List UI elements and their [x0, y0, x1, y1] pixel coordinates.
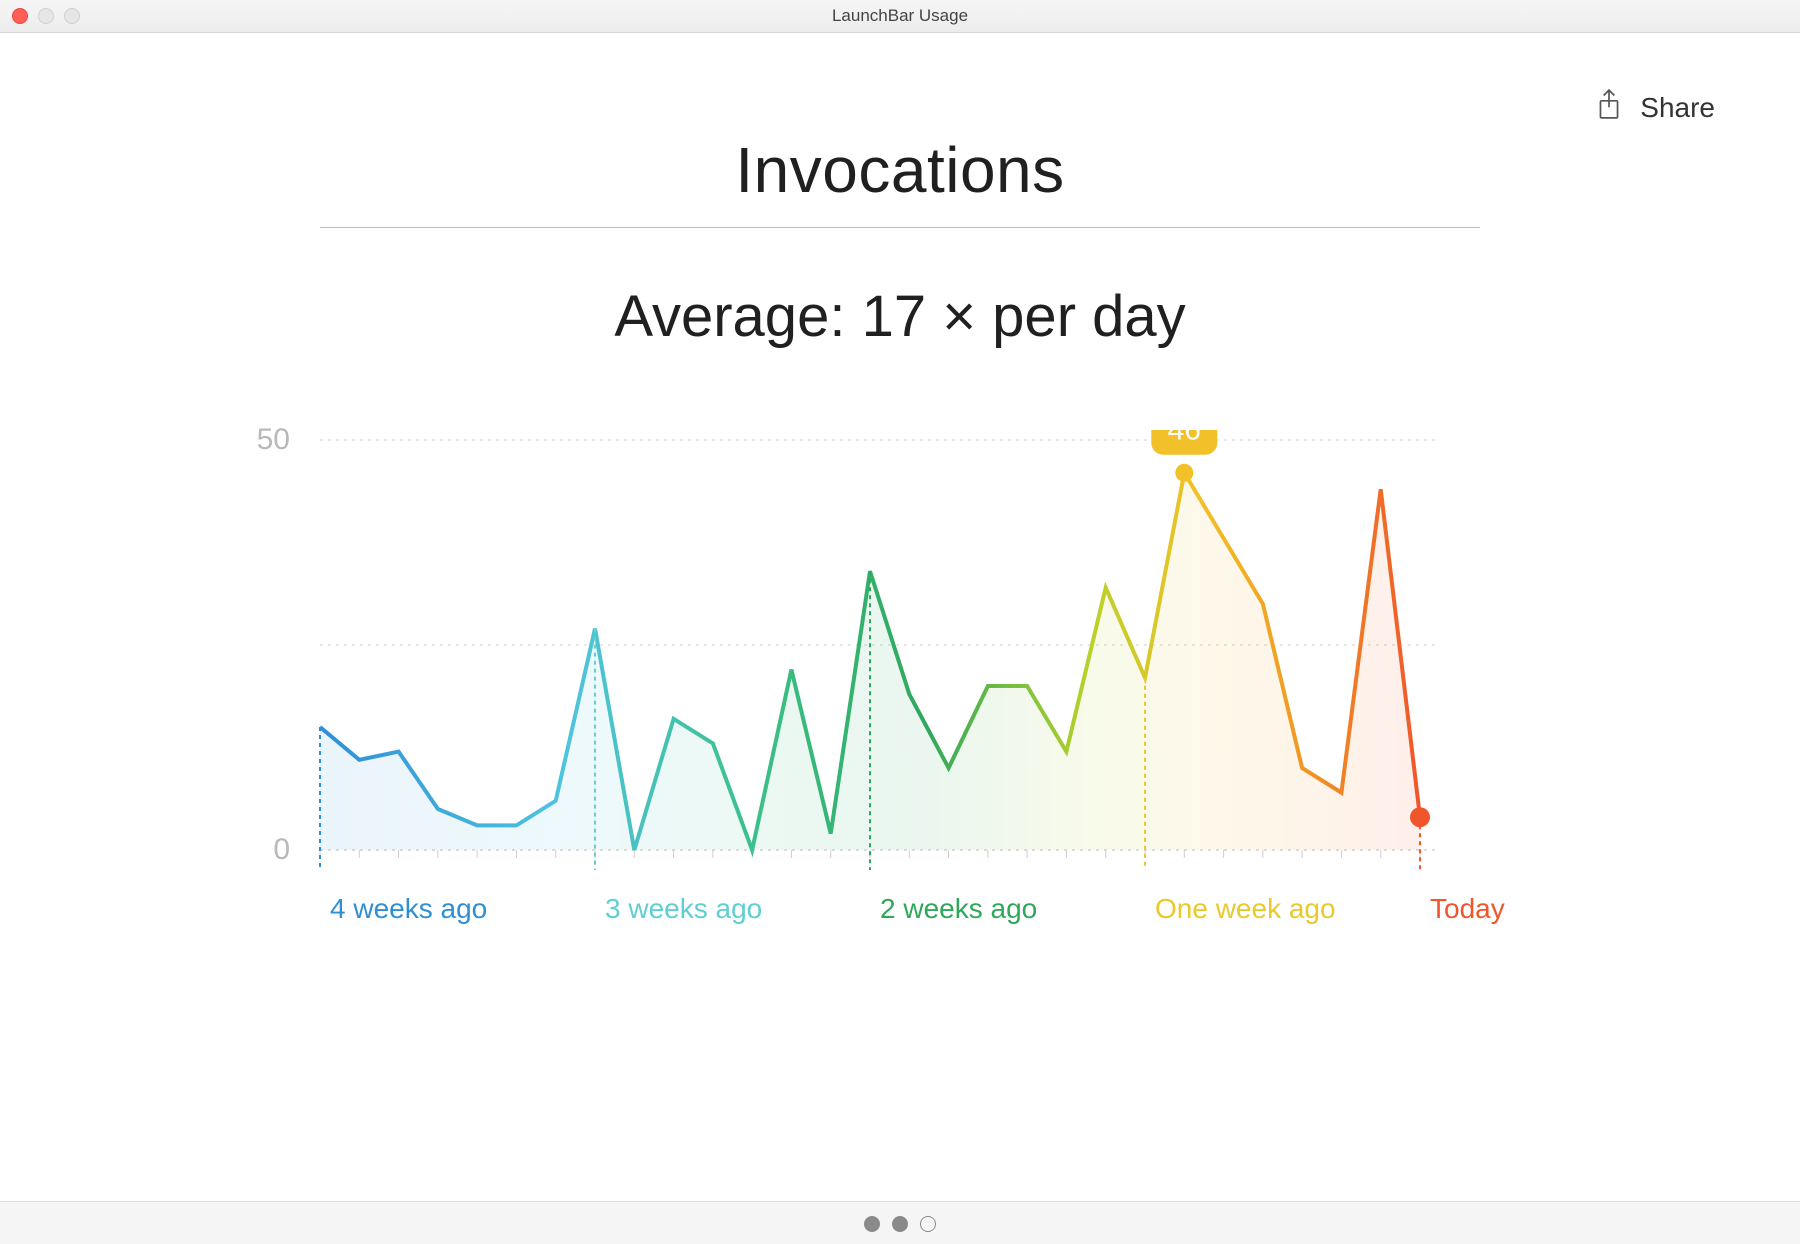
window-close-button[interactable]	[12, 8, 28, 24]
page-dot[interactable]	[864, 1216, 880, 1232]
share-label: Share	[1640, 92, 1715, 124]
x-axis-label: One week ago	[1155, 893, 1336, 925]
page-dot[interactable]	[892, 1216, 908, 1232]
average-prefix: Average:	[614, 284, 861, 349]
page-dot[interactable]	[920, 1216, 936, 1232]
average-suffix: × per day	[926, 284, 1186, 349]
invocations-chart: 050 464 4 weeks ago3 weeks ago2 weeks ag…	[300, 430, 1500, 943]
share-button[interactable]: Share	[1596, 88, 1715, 127]
y-tick-label: 0	[245, 833, 290, 867]
page-indicator	[0, 1201, 1800, 1244]
window-titlebar: LaunchBar Usage	[0, 0, 1800, 33]
traffic-lights	[12, 8, 80, 24]
page-title: Invocations	[100, 133, 1700, 207]
content-area: Share Invocations Average: 17 × per day …	[0, 33, 1800, 1201]
x-axis-label: 2 weeks ago	[880, 893, 1037, 925]
x-axis-label: 3 weeks ago	[605, 893, 762, 925]
chart-canvas: 464	[300, 430, 1450, 870]
x-axis-label: Today	[1430, 893, 1505, 925]
y-tick-label: 50	[245, 423, 290, 457]
x-axis-label: 4 weeks ago	[330, 893, 487, 925]
window-zoom-button[interactable]	[64, 8, 80, 24]
average-line: Average: 17 × per day	[100, 283, 1700, 350]
title-divider	[320, 227, 1480, 228]
share-icon	[1596, 88, 1622, 127]
svg-text:46: 46	[1168, 430, 1201, 446]
window-minimize-button[interactable]	[38, 8, 54, 24]
average-value: 17	[862, 284, 927, 349]
window-title: LaunchBar Usage	[832, 6, 968, 26]
